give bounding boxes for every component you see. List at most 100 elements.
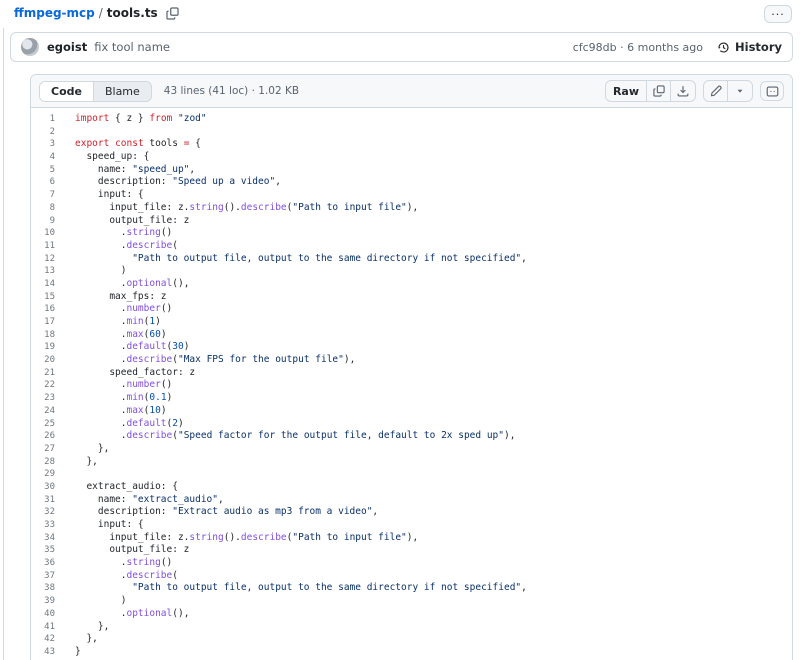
line-number[interactable]: 38 bbox=[31, 582, 55, 595]
line-number[interactable]: 17 bbox=[31, 316, 55, 329]
code-row: 18 .max(60) bbox=[31, 329, 792, 342]
line-number[interactable]: 18 bbox=[31, 329, 55, 342]
commit-sha-and-time[interactable]: cfc98db · 6 months ago bbox=[573, 41, 703, 54]
code-row: 15 max_fps: z bbox=[31, 291, 792, 304]
code-row: 38 "Path to output file, output to the s… bbox=[31, 582, 792, 595]
line-number[interactable]: 36 bbox=[31, 557, 55, 570]
symbols-panel-button[interactable] bbox=[760, 81, 784, 101]
line-number[interactable]: 2 bbox=[31, 126, 55, 139]
line-number[interactable]: 13 bbox=[31, 265, 55, 278]
line-number[interactable]: 1 bbox=[31, 113, 55, 126]
symbols-panel-icon bbox=[766, 85, 779, 98]
code-row: 24 .max(10) bbox=[31, 405, 792, 418]
code-row: 23 .min(0.1) bbox=[31, 392, 792, 405]
line-number[interactable]: 29 bbox=[31, 468, 55, 481]
line-number[interactable]: 21 bbox=[31, 367, 55, 380]
line-number[interactable]: 16 bbox=[31, 303, 55, 316]
line-number[interactable]: 41 bbox=[31, 621, 55, 634]
download-icon bbox=[677, 85, 689, 97]
line-number[interactable]: 27 bbox=[31, 443, 55, 456]
line-number[interactable]: 28 bbox=[31, 456, 55, 469]
code-line: }, bbox=[55, 621, 109, 634]
line-number[interactable]: 20 bbox=[31, 354, 55, 367]
line-number[interactable]: 31 bbox=[31, 494, 55, 507]
line-number[interactable]: 10 bbox=[31, 227, 55, 240]
line-number[interactable]: 34 bbox=[31, 532, 55, 545]
file-actions: Raw bbox=[605, 80, 784, 102]
commit-message-link[interactable]: fix tool name bbox=[94, 40, 170, 54]
line-number[interactable]: 23 bbox=[31, 392, 55, 405]
tab-code[interactable]: Code bbox=[40, 82, 94, 101]
line-number[interactable]: 3 bbox=[31, 138, 55, 151]
line-number[interactable]: 6 bbox=[31, 176, 55, 189]
code-line: input_file: z.string().describe("Path to… bbox=[55, 202, 418, 215]
code-line: description: "Speed up a video", bbox=[55, 176, 281, 189]
line-number[interactable]: 14 bbox=[31, 278, 55, 291]
code-line: .describe("Speed factor for the output f… bbox=[55, 430, 515, 443]
code-row: 29 bbox=[31, 468, 792, 481]
line-number[interactable]: 12 bbox=[31, 253, 55, 266]
line-number[interactable]: 9 bbox=[31, 215, 55, 228]
code-row: 16 .number() bbox=[31, 303, 792, 316]
edit-file-button[interactable] bbox=[704, 81, 728, 101]
commit-author-link[interactable]: egoist bbox=[47, 40, 87, 54]
breadcrumb-repo-link[interactable]: ffmpeg-mcp bbox=[14, 6, 95, 20]
line-number[interactable]: 30 bbox=[31, 481, 55, 494]
line-number[interactable]: 37 bbox=[31, 570, 55, 583]
code-line bbox=[55, 126, 75, 139]
code-line: ) bbox=[55, 595, 126, 608]
breadcrumb: ffmpeg-mcp / tools.ts bbox=[14, 6, 179, 20]
code-line: speed_up: { bbox=[55, 151, 149, 164]
code-row: 35 output_file: z bbox=[31, 544, 792, 557]
line-number[interactable]: 11 bbox=[31, 240, 55, 253]
raw-button[interactable]: Raw bbox=[606, 81, 647, 101]
code-row: 4 speed_up: { bbox=[31, 151, 792, 164]
tab-blame[interactable]: Blame bbox=[94, 82, 151, 101]
code-row: 2 bbox=[31, 126, 792, 139]
line-number[interactable]: 33 bbox=[31, 519, 55, 532]
code-row: 14 .optional(), bbox=[31, 278, 792, 291]
kebab-icon: ··· bbox=[771, 9, 785, 20]
line-number[interactable]: 25 bbox=[31, 418, 55, 431]
line-number[interactable]: 7 bbox=[31, 189, 55, 202]
code-line bbox=[55, 468, 75, 481]
line-number[interactable]: 4 bbox=[31, 151, 55, 164]
copy-file-button[interactable] bbox=[647, 81, 671, 101]
line-number[interactable]: 32 bbox=[31, 506, 55, 519]
code-row: 12 "Path to output file, output to the s… bbox=[31, 253, 792, 266]
line-number[interactable]: 42 bbox=[31, 633, 55, 646]
code-line: .number() bbox=[55, 303, 172, 316]
edit-dropdown-button[interactable] bbox=[728, 81, 752, 101]
avatar[interactable] bbox=[21, 38, 39, 56]
line-number[interactable]: 24 bbox=[31, 405, 55, 418]
commit-sha[interactable]: cfc98db bbox=[573, 41, 617, 54]
code-line: .describe( bbox=[55, 240, 178, 253]
line-number[interactable]: 26 bbox=[31, 430, 55, 443]
line-number[interactable]: 39 bbox=[31, 595, 55, 608]
edit-group bbox=[703, 80, 753, 102]
line-number[interactable]: 22 bbox=[31, 379, 55, 392]
line-number[interactable]: 40 bbox=[31, 608, 55, 621]
history-button[interactable]: History bbox=[717, 40, 782, 54]
code-row: 19 .default(30) bbox=[31, 341, 792, 354]
line-number[interactable]: 15 bbox=[31, 291, 55, 304]
code-row: 31 name: "extract_audio", bbox=[31, 494, 792, 507]
line-number[interactable]: 19 bbox=[31, 341, 55, 354]
line-number[interactable]: 5 bbox=[31, 164, 55, 177]
code-viewer[interactable]: 1import { z } from "zod"23export const t… bbox=[31, 108, 792, 660]
line-number[interactable]: 43 bbox=[31, 646, 55, 659]
code-line: .optional(), bbox=[55, 278, 189, 291]
code-line: ) bbox=[55, 265, 126, 278]
download-button[interactable] bbox=[671, 81, 695, 101]
code-line: .max(10) bbox=[55, 405, 167, 418]
code-line: }, bbox=[55, 633, 98, 646]
code-line: .describe( bbox=[55, 570, 178, 583]
code-line: .optional(), bbox=[55, 608, 189, 621]
code-row: 6 description: "Speed up a video", bbox=[31, 176, 792, 189]
code-line: "Path to output file, output to the same… bbox=[55, 253, 527, 266]
code-row: 8 input_file: z.string().describe("Path … bbox=[31, 202, 792, 215]
line-number[interactable]: 8 bbox=[31, 202, 55, 215]
line-number[interactable]: 35 bbox=[31, 544, 55, 557]
copy-path-icon[interactable] bbox=[166, 7, 179, 20]
more-options-button[interactable]: ··· bbox=[764, 5, 792, 23]
